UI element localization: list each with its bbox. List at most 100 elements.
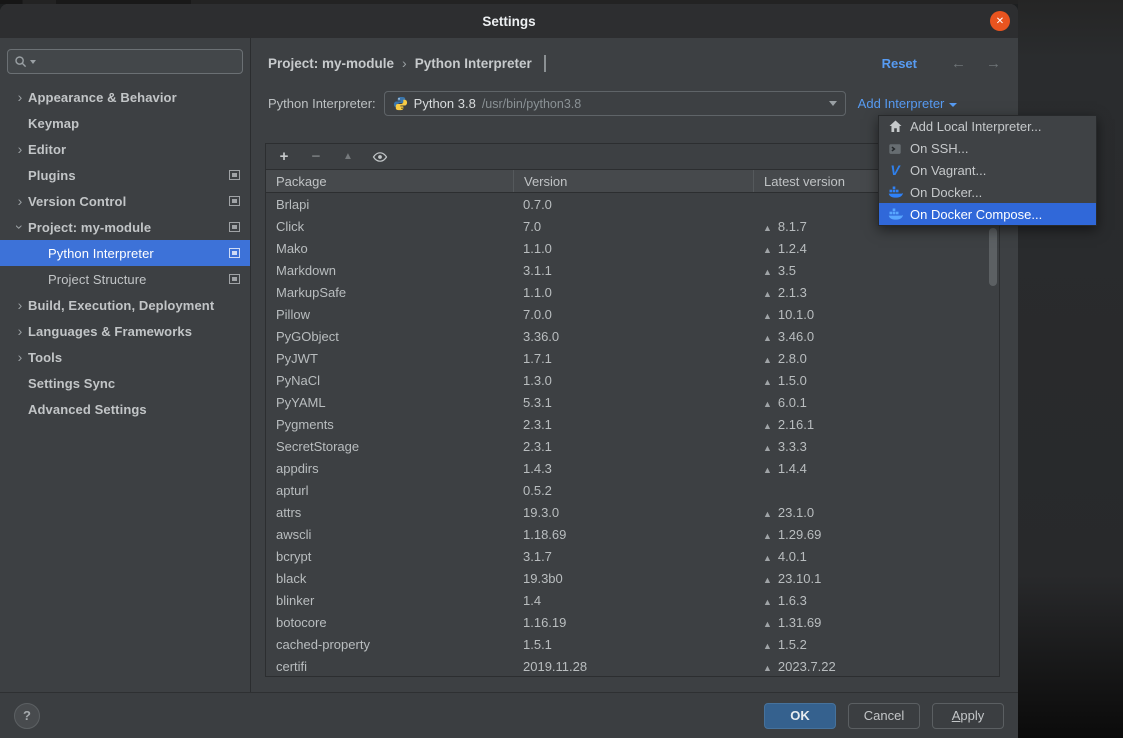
package-latest-version: ▲1.2.4 [753,241,999,256]
package-row-pynacl[interactable]: PyNaCl1.3.0▲1.5.0 [266,369,999,391]
menu-item-on-docker[interactable]: On Docker... [879,181,1096,203]
package-row-pyjwt[interactable]: PyJWT1.7.1▲2.8.0 [266,347,999,369]
sidebar-item-label: Advanced Settings [28,402,147,417]
upgrade-available-icon: ▲ [763,311,772,321]
sidebar-item-appearance-behavior[interactable]: ›Appearance & Behavior [0,84,250,110]
package-name: awscli [266,527,513,542]
add-interpreter-link[interactable]: Add Interpreter [858,96,958,111]
reset-link[interactable]: Reset [882,56,917,71]
tree-chevron-icon[interactable]: › [12,90,28,104]
package-row-botocore[interactable]: botocore1.16.19▲1.31.69 [266,611,999,633]
package-row-black[interactable]: black19.3b0▲23.10.1 [266,567,999,589]
package-name: Pillow [266,307,513,322]
sidebar-item-project-structure[interactable]: Project Structure [0,266,250,292]
package-row-pyyaml[interactable]: PyYAML5.3.1▲6.0.1 [266,391,999,413]
latest-version-value: 2.1.3 [778,285,807,300]
package-row-secretstorage[interactable]: SecretStorage2.3.1▲3.3.3 [266,435,999,457]
package-row-cached-property[interactable]: cached-property1.5.1▲1.5.2 [266,633,999,655]
sidebar-search[interactable] [7,49,243,74]
upgrade-available-icon: ▲ [763,663,772,673]
breadcrumb-section[interactable]: Project: my-module [268,56,394,71]
sidebar-item-version-control[interactable]: ›Version Control [0,188,250,214]
sidebar-item-editor[interactable]: ›Editor [0,136,250,162]
package-version: 19.3b0 [513,571,753,586]
menu-item-on-docker-compose[interactable]: On Docker Compose... [879,203,1096,225]
search-input[interactable] [38,54,236,69]
back-arrow-icon[interactable]: ← [951,55,966,72]
package-row-bcrypt[interactable]: bcrypt3.1.7▲4.0.1 [266,545,999,567]
package-row-appdirs[interactable]: appdirs1.4.3▲1.4.4 [266,457,999,479]
sidebar-item-settings-sync[interactable]: Settings Sync [0,370,250,396]
package-row-markdown[interactable]: Markdown3.1.1▲3.5 [266,259,999,281]
menu-item-on-ssh[interactable]: On SSH... [879,138,1096,160]
sidebar-item-label: Project Structure [48,272,147,287]
page-marker-icon [229,170,240,180]
package-row-awscli[interactable]: awscli1.18.69▲1.29.69 [266,523,999,545]
scrollbar-thumb[interactable] [989,228,997,286]
menu-item-on-vagrant[interactable]: VOn Vagrant... [879,160,1096,182]
sidebar-item-keymap[interactable]: Keymap [0,110,250,136]
cancel-button[interactable]: Cancel [848,703,920,729]
tree-chevron-icon[interactable]: › [12,142,28,156]
page-marker-icon [229,196,240,206]
menu-item-add-local-interpreter[interactable]: Add Local Interpreter... [879,116,1096,138]
install-package-icon[interactable]: + [276,148,292,165]
sidebar-item-tools[interactable]: ›Tools [0,344,250,370]
latest-version-value: 10.1.0 [778,307,814,322]
close-icon[interactable]: ✕ [990,11,1010,31]
package-row-attrs[interactable]: attrs19.3.0▲23.1.0 [266,501,999,523]
add-interpreter-menu: Add Local Interpreter...On SSH...VOn Vag… [878,115,1097,226]
package-latest-version: ▲1.6.3 [753,593,999,608]
tree-chevron-icon[interactable]: › [13,219,27,235]
column-header-version[interactable]: Version [513,170,753,192]
dialog-titlebar[interactable]: Settings ✕ [0,4,1018,38]
ok-button[interactable]: OK [764,703,836,729]
search-icon [14,55,28,69]
package-row-blinker[interactable]: blinker1.4▲1.6.3 [266,589,999,611]
latest-version-value: 3.5 [778,263,796,278]
package-version: 1.7.1 [513,351,753,366]
package-name: PyNaCl [266,373,513,388]
sidebar-item-project-my-module[interactable]: ›Project: my-module [0,214,250,240]
package-row-markupsafe[interactable]: MarkupSafe1.1.0▲2.1.3 [266,281,999,303]
forward-arrow-icon[interactable]: → [986,55,1001,72]
breadcrumb: Project: my-module › Python Interpreter … [268,51,1001,75]
package-row-pillow[interactable]: Pillow7.0.0▲10.1.0 [266,303,999,325]
show-early-releases-icon[interactable] [372,149,388,165]
package-version: 1.3.0 [513,373,753,388]
latest-version-value: 2.8.0 [778,351,807,366]
package-row-apturl[interactable]: apturl0.5.2 [266,479,999,501]
package-version: 2.3.1 [513,417,753,432]
package-row-mako[interactable]: Mako1.1.0▲1.2.4 [266,237,999,259]
sidebar-item-plugins[interactable]: Plugins [0,162,250,188]
tree-chevron-icon[interactable]: › [12,298,28,312]
column-header-package[interactable]: Package [266,170,513,192]
package-latest-version: ▲1.31.69 [753,615,999,630]
package-row-certifi[interactable]: certifi2019.11.28▲2023.7.22 [266,655,999,677]
package-row-pygobject[interactable]: PyGObject3.36.0▲3.46.0 [266,325,999,347]
tree-chevron-icon[interactable]: › [12,324,28,338]
uninstall-package-icon[interactable]: − [308,148,324,165]
interpreter-select[interactable]: Python 3.8 /usr/bin/python3.8 [384,91,846,116]
package-version: 1.1.0 [513,285,753,300]
package-name: botocore [266,615,513,630]
sidebar-item-python-interpreter[interactable]: Python Interpreter [0,240,250,266]
package-row-pygments[interactable]: Pygments2.3.1▲2.16.1 [266,413,999,435]
upgrade-available-icon: ▲ [763,443,772,453]
upgrade-available-icon: ▲ [763,289,772,299]
menu-item-label: On Docker... [910,185,982,200]
tree-chevron-icon[interactable]: › [12,194,28,208]
package-name: PyGObject [266,329,513,344]
scrollbar-track[interactable] [989,196,997,673]
latest-version-value: 1.6.3 [778,593,807,608]
help-button[interactable]: ? [14,703,40,729]
sidebar-item-advanced-settings[interactable]: Advanced Settings [0,396,250,422]
sidebar-item-build-execution-deployment[interactable]: ›Build, Execution, Deployment [0,292,250,318]
apply-button[interactable]: Apply [932,703,1004,729]
search-filter-chevron-icon[interactable] [30,60,36,64]
upgrade-package-icon[interactable]: ▲ [340,151,356,162]
tree-chevron-icon[interactable]: › [12,350,28,364]
upgrade-available-icon: ▲ [763,245,772,255]
sidebar-item-languages-frameworks[interactable]: ›Languages & Frameworks [0,318,250,344]
package-version: 1.4 [513,593,753,608]
